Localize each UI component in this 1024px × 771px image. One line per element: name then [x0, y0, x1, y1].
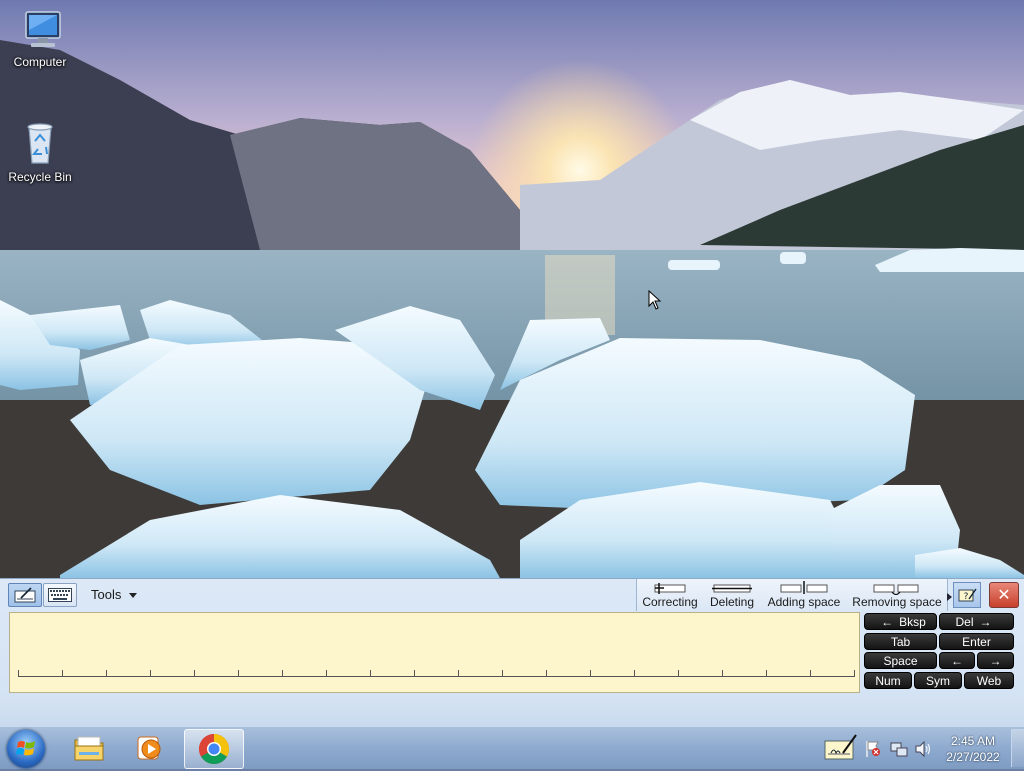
clock[interactable]: 2:45 AM 2/27/2022 — [938, 733, 1008, 765]
backspace-key-label: Bksp — [899, 614, 926, 629]
baseline-tick — [194, 670, 195, 677]
desktop-icon-computer[interactable]: Computer — [0, 6, 80, 69]
media-player-icon — [137, 736, 161, 760]
input-panel-status-bar — [0, 697, 1024, 727]
correcting-icon — [654, 583, 686, 594]
right-arrow-icon: → — [979, 614, 992, 629]
help-icon: ? — [958, 588, 977, 602]
action-center-flag-icon[interactable] — [864, 740, 882, 758]
help-button[interactable]: ? — [953, 582, 981, 608]
clock-date: 2/27/2022 — [946, 750, 1000, 764]
taskbar: 2:45 AM 2/27/2022 — [0, 726, 1024, 769]
chrome-icon — [198, 734, 230, 765]
close-icon: ✕ — [997, 587, 1011, 604]
gesture-help-group: Correcting Deleting Adding space Removin… — [636, 579, 948, 611]
baseline-tick — [414, 670, 415, 677]
deleting-label: Deleting — [709, 595, 755, 609]
num-key-label: Num — [875, 673, 901, 688]
baseline-tick — [854, 670, 855, 677]
enter-key-label: Enter — [962, 634, 991, 649]
correcting-label: Correcting — [642, 595, 698, 609]
delete-key[interactable]: Del → — [939, 613, 1014, 630]
keyboard-mode-button[interactable] — [43, 583, 77, 607]
desktop-wallpaper — [0, 0, 1024, 578]
baseline-tick — [62, 670, 63, 677]
expand-arrow-icon[interactable] — [947, 593, 952, 601]
baseline-tick — [634, 670, 635, 677]
tools-menu[interactable]: Tools — [91, 587, 138, 602]
writing-pad-icon — [14, 587, 36, 603]
writing-baseline — [18, 676, 854, 677]
baseline-tick — [326, 670, 327, 677]
baseline-tick — [722, 670, 723, 677]
show-desktop-button[interactable] — [1011, 729, 1024, 767]
deleting-gesture-button[interactable]: Deleting — [707, 581, 757, 609]
taskbar-google-chrome[interactable] — [184, 729, 244, 769]
baseline-tick — [370, 670, 371, 677]
enter-key[interactable]: Enter — [939, 633, 1014, 650]
deleting-icon — [712, 584, 752, 593]
tablet-input-panel: Tools Correcting Deleting Adding space R… — [0, 578, 1024, 727]
tab-key-label: Tab — [890, 634, 911, 649]
removing-space-gesture-button[interactable]: Removing space — [852, 581, 942, 609]
system-tray: 2:45 AM 2/27/2022 — [820, 727, 1024, 769]
left-arrow-key[interactable]: ← — [939, 652, 975, 669]
tab-key[interactable]: Tab — [864, 633, 937, 650]
sym-key[interactable]: Sym — [914, 672, 962, 689]
correcting-gesture-button[interactable]: Correcting — [641, 581, 699, 609]
network-icon[interactable] — [890, 740, 908, 758]
baseline-tick — [810, 670, 811, 677]
baseline-tick — [150, 670, 151, 677]
space-key[interactable]: Space — [864, 652, 937, 669]
taskbar-media-player[interactable] — [121, 729, 179, 767]
baseline-tick — [18, 670, 19, 677]
baseline-tick — [282, 670, 283, 677]
start-button[interactable] — [7, 730, 45, 768]
writing-pad[interactable] — [9, 612, 860, 693]
removing-space-label: Removing space — [852, 595, 942, 609]
chevron-down-icon — [129, 593, 138, 599]
desktop-icon-label: Recycle Bin — [8, 170, 72, 184]
tablet-input-panel-icon[interactable] — [823, 733, 857, 761]
baseline-tick — [590, 670, 591, 677]
baseline-tick — [238, 670, 239, 677]
adding-space-label: Adding space — [767, 595, 841, 609]
left-arrow-icon: ← — [951, 653, 963, 668]
baseline-tick — [766, 670, 767, 677]
computer-icon — [25, 11, 61, 47]
taskbar-windows-explorer[interactable] — [60, 729, 118, 767]
adding-space-icon — [780, 581, 828, 594]
removing-space-icon — [873, 584, 919, 595]
baseline-tick — [106, 670, 107, 677]
left-arrow-icon: ← — [881, 614, 894, 629]
web-key-label: Web — [976, 673, 1002, 688]
clock-time: 2:45 AM — [950, 734, 996, 748]
adding-space-gesture-button[interactable]: Adding space — [767, 581, 841, 609]
volume-icon[interactable] — [914, 740, 932, 758]
desktop-icon-label: Computer — [13, 55, 67, 69]
recycle-bin-icon — [27, 123, 53, 164]
keyboard-icon — [48, 588, 72, 602]
space-key-label: Space — [883, 653, 918, 668]
desktop-icon-recycle-bin[interactable]: Recycle Bin — [0, 121, 80, 184]
baseline-tick — [678, 670, 679, 677]
tools-menu-label: Tools — [91, 587, 122, 602]
baseline-tick — [458, 670, 459, 677]
baseline-tick — [502, 670, 503, 677]
folder-icon — [74, 736, 104, 761]
right-arrow-key[interactable]: → — [977, 652, 1014, 669]
close-button[interactable]: ✕ — [989, 582, 1019, 608]
windows-logo-icon — [16, 741, 35, 756]
delete-key-label: Del — [955, 614, 974, 629]
mouse-pointer-icon — [648, 290, 662, 310]
right-arrow-icon: → — [989, 653, 1002, 668]
writing-pad-mode-button[interactable] — [8, 583, 42, 607]
svg-text:?: ? — [964, 592, 969, 602]
sym-key-label: Sym — [926, 673, 950, 688]
input-panel-toolbar: Tools Correcting Deleting Adding space R… — [0, 579, 1024, 611]
backspace-key[interactable]: ← Bksp — [864, 613, 937, 630]
num-key[interactable]: Num — [864, 672, 912, 689]
web-key[interactable]: Web — [964, 672, 1014, 689]
baseline-tick — [546, 670, 547, 677]
